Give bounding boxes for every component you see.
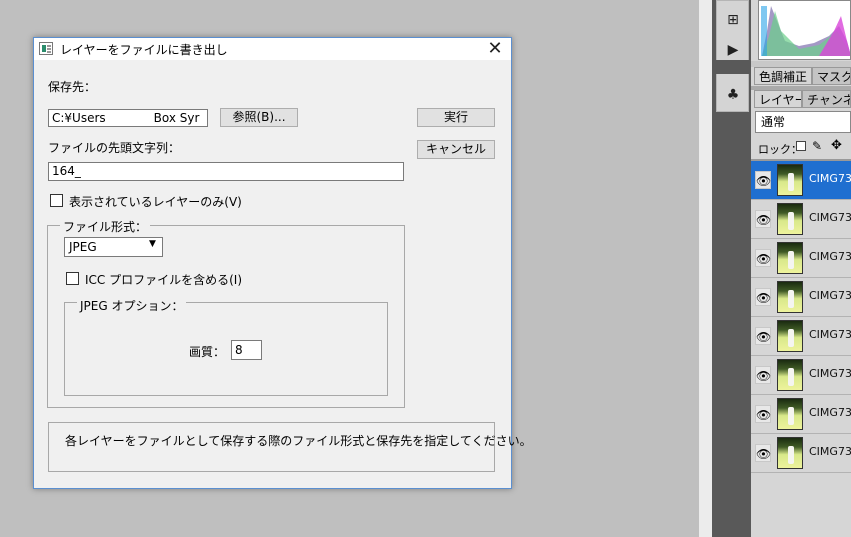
layer-name: CIMG738 — [809, 211, 851, 224]
chevron-down-icon: ▼ — [149, 239, 156, 249]
layer-row[interactable]: 👁 CIMG738 — [751, 239, 851, 278]
eye-visibility-icon[interactable]: 👁 — [755, 210, 771, 228]
icc-profile-label: ICC プロファイルを含める(I) — [85, 273, 243, 287]
layer-row[interactable]: 👁 CIMG739 — [751, 356, 851, 395]
layer-thumbnail — [777, 281, 803, 313]
layer-thumbnail — [777, 437, 803, 469]
file-format-value: JPEG — [69, 240, 97, 254]
tab-channels[interactable]: チャンネル — [802, 90, 851, 108]
lock-move-icon[interactable]: ✥ — [831, 138, 842, 153]
actions-play-icon[interactable]: ▶ — [723, 41, 743, 59]
histogram-panel — [758, 0, 851, 60]
eye-visibility-icon[interactable]: 👁 — [755, 288, 771, 306]
close-button[interactable]: ✕ — [480, 38, 510, 60]
layer-thumbnail — [777, 164, 803, 196]
layer-thumbnail — [777, 359, 803, 391]
layer-thumbnail — [777, 320, 803, 352]
layer-name: CIMG738 — [809, 250, 851, 263]
layer-thumbnail — [777, 242, 803, 274]
file-format-select[interactable]: JPEG ▼ — [64, 237, 163, 257]
dialog-titlebar[interactable]: レイヤーをファイルに書き出し ✕ — [34, 38, 511, 60]
dialog-title: レイヤーをファイルに書き出し — [60, 43, 228, 57]
layer-row[interactable]: 👁 CIMG738 — [751, 278, 851, 317]
tab-layers[interactable]: レイヤー — [754, 90, 802, 108]
brush-presets-icon[interactable]: ⊞ — [723, 11, 743, 29]
tab-masks[interactable]: マスク — [812, 67, 851, 85]
layer-row[interactable]: 👁 CIMG739 — [751, 395, 851, 434]
eye-visibility-icon[interactable]: 👁 — [755, 249, 771, 267]
cancel-button[interactable]: キャンセル — [417, 140, 495, 159]
app-icon — [39, 42, 53, 55]
run-button[interactable]: 実行 — [417, 108, 495, 127]
eye-visibility-icon[interactable]: 👁 — [755, 171, 771, 189]
lock-transparent-icon[interactable] — [796, 141, 806, 151]
layer-name: CIMG738 — [809, 289, 851, 302]
layer-name: CIMG737 — [809, 172, 851, 185]
layer-row[interactable]: 👁 CIMG738 — [751, 200, 851, 239]
destination-label: 保存先： — [48, 80, 97, 94]
eye-visibility-icon[interactable]: 👁 — [755, 327, 771, 345]
clone-source-icon[interactable]: ♣ — [723, 86, 743, 104]
layer-name: CIMG738 — [809, 328, 851, 341]
blend-mode-select[interactable]: 通常 — [755, 111, 851, 133]
tab-adjustments[interactable]: 色調補正 — [754, 67, 812, 85]
browse-button[interactable]: 参照(B)... — [220, 108, 298, 127]
visible-only-checkbox[interactable] — [50, 194, 63, 207]
eye-visibility-icon[interactable]: 👁 — [755, 444, 771, 462]
description-text: 各レイヤーをファイルとして保存する際のファイル形式と保存先を指定してください。 — [65, 434, 532, 448]
layer-row[interactable]: 👁 CIMG739 — [751, 434, 851, 473]
visible-only-label: 表示されているレイヤーのみ(V) — [69, 195, 242, 209]
prefix-label: ファイルの先頭文字列： — [48, 141, 181, 155]
jpeg-options-legend: JPEG オプション： — [77, 297, 187, 314]
panel-divider — [699, 0, 712, 537]
quality-label: 画質： — [189, 345, 226, 359]
layer-name: CIMG739 — [809, 367, 851, 380]
destination-value: C:¥Users — [52, 111, 106, 125]
layer-name: CIMG739 — [809, 445, 851, 458]
layer-thumbnail — [777, 398, 803, 430]
description-box: 各レイヤーをファイルとして保存する際のファイル形式と保存先を指定してください。 — [48, 422, 532, 472]
layer-thumbnail — [777, 203, 803, 235]
icc-profile-checkbox[interactable] — [66, 272, 79, 285]
file-format-legend: ファイル形式： — [60, 218, 151, 235]
prefix-field[interactable]: 164_ — [48, 162, 404, 181]
lock-paint-icon[interactable]: ✎ — [812, 139, 822, 153]
eye-visibility-icon[interactable]: 👁 — [755, 405, 771, 423]
quality-field[interactable]: 8 — [231, 340, 262, 360]
destination-field[interactable]: C:¥Users Box Syr — [48, 109, 208, 127]
histogram-graph — [759, 1, 850, 59]
export-layers-dialog: レイヤーをファイルに書き出し ✕ 保存先： C:¥Users Box Syr 参照… — [33, 37, 532, 489]
jpeg-options-group — [64, 302, 388, 396]
layer-row[interactable]: 👁 CIMG737 — [751, 161, 851, 200]
collapsed-panel-icons: ⊞ ▶ ♣ — [716, 0, 749, 112]
destination-value-tail: Box Syr — [153, 111, 200, 125]
layer-name: CIMG739 — [809, 406, 851, 419]
eye-visibility-icon[interactable]: 👁 — [755, 366, 771, 384]
layer-row[interactable]: 👁 CIMG738 — [751, 317, 851, 356]
panel-separator — [716, 60, 749, 74]
